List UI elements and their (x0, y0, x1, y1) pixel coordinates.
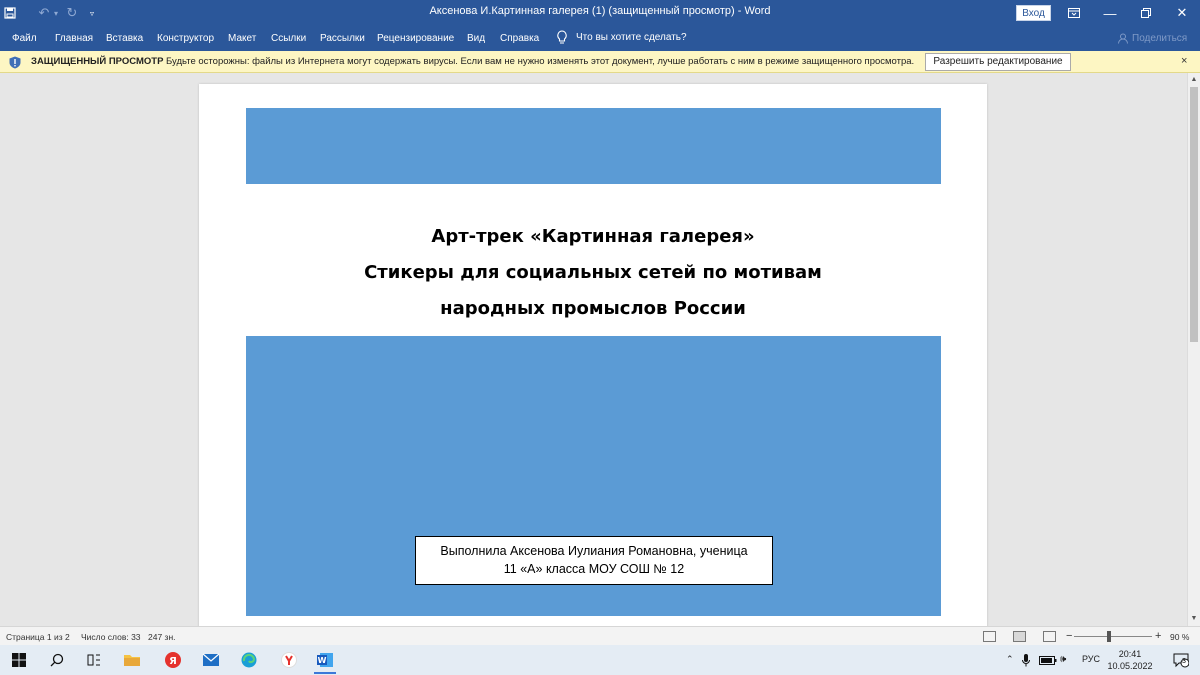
tab-view[interactable]: Вид (467, 33, 485, 44)
word-count[interactable]: Число слов: 33 (81, 632, 141, 642)
tell-me-label: Что вы хотите сделать? (576, 31, 687, 43)
tab-review[interactable]: Рецензирование (377, 33, 454, 44)
protected-view-bar: ЗАЩИЩЕННЫЙ ПРОСМОТР Будьте осторожны: фа… (0, 51, 1200, 73)
document-heading-line-1: Арт-трек «Картинная галерея» (431, 226, 755, 247)
status-bar: Страница 1 из 2 Число слов: 33 247 зн. −… (0, 626, 1200, 645)
battery-icon[interactable] (1038, 652, 1058, 668)
tab-references[interactable]: Ссылки (271, 33, 306, 44)
undo-icon[interactable]: ↶ (36, 4, 52, 22)
author-text-box: Выполнила Аксенова Иулиания Романовна, у… (415, 536, 773, 585)
char-count: 247 зн. (148, 632, 176, 642)
windows-taskbar: Я W ⌃ 🕪 РУС 20:41 10.05.2022 3 (0, 645, 1200, 675)
web-layout-icon[interactable] (1043, 631, 1056, 642)
microphone-icon[interactable] (1019, 652, 1033, 668)
tab-home[interactable]: Главная (55, 33, 93, 44)
protected-view-title: ЗАЩИЩЕННЫЙ ПРОСМОТР (31, 56, 164, 67)
redo-icon[interactable]: ↻ (64, 4, 80, 22)
share-button[interactable]: Поделиться (1118, 33, 1187, 44)
close-window-button[interactable]: ✕ (1164, 0, 1200, 26)
tab-design[interactable]: Конструктор (157, 33, 214, 44)
document-heading-line-3: народных промыслов России (440, 298, 746, 319)
zoom-slider[interactable] (1074, 636, 1152, 637)
system-clock[interactable]: 20:41 10.05.2022 (1105, 648, 1155, 672)
word-app-icon[interactable]: W (316, 651, 334, 669)
yandex-browser-icon[interactable]: Я (164, 651, 182, 669)
edge-browser-icon[interactable] (240, 651, 258, 669)
tell-me-search[interactable]: Что вы хотите сделать? (556, 30, 687, 44)
author-line-2: 11 «А» класса МОУ СОШ № 12 (503, 562, 685, 576)
document-area[interactable]: Арт-трек «Картинная галерея» Стикеры для… (0, 73, 1187, 644)
task-view-icon[interactable] (85, 651, 103, 669)
read-mode-icon[interactable] (983, 631, 996, 642)
clock-time: 20:41 (1118, 649, 1142, 659)
customize-toolbar-icon[interactable]: ▿ (87, 4, 97, 22)
shield-icon (9, 56, 21, 69)
signin-button[interactable]: Вход (1016, 5, 1051, 21)
clock-date: 10.05.2022 (1107, 661, 1153, 671)
close-icon[interactable]: × (1181, 55, 1187, 67)
chevron-up-icon[interactable]: ⌃ (1006, 654, 1014, 665)
document-heading-line-2: Стикеры для социальных сетей по мотивам (364, 262, 822, 283)
author-line-1: Выполнила Аксенова Иулиания Романовна, у… (440, 544, 748, 558)
zoom-slider-thumb[interactable] (1107, 631, 1111, 642)
search-icon[interactable] (48, 651, 66, 669)
windows-start-icon[interactable] (10, 651, 28, 669)
zoom-in-button[interactable]: + (1155, 630, 1161, 642)
vertical-scrollbar[interactable]: ▲ ▼ (1187, 73, 1200, 626)
page-count[interactable]: Страница 1 из 2 (6, 632, 70, 642)
notifications-icon[interactable]: 3 (1172, 651, 1190, 669)
yandex-y-icon[interactable] (280, 651, 298, 669)
save-icon[interactable] (2, 4, 18, 22)
zoom-out-button[interactable]: − (1066, 630, 1072, 642)
active-app-indicator (314, 672, 336, 674)
tab-layout[interactable]: Макет (228, 33, 256, 44)
mail-icon[interactable] (202, 651, 220, 669)
top-blue-rectangle (246, 108, 941, 184)
undo-dropdown-icon[interactable]: ▾ (52, 4, 60, 22)
scroll-down-icon[interactable]: ▼ (1188, 613, 1200, 625)
share-label: Поделиться (1132, 33, 1188, 44)
svg-text:W: W (318, 656, 327, 665)
title-bar: ↶ ▾ ↻ ▿ Аксенова И.Картинная галерея (1)… (0, 0, 1200, 26)
tab-mailings[interactable]: Рассылки (320, 33, 365, 44)
scrollbar-thumb[interactable] (1190, 87, 1198, 342)
zoom-level[interactable]: 90 % (1170, 632, 1189, 642)
protected-view-message: Будьте осторожны: файлы из Интернета мог… (166, 56, 915, 67)
svg-text:Я: Я (169, 656, 177, 667)
document-page[interactable]: Арт-трек «Картинная галерея» Стикеры для… (199, 84, 987, 644)
restore-button[interactable] (1128, 0, 1164, 26)
minimize-button[interactable]: — (1092, 0, 1128, 26)
tab-file[interactable]: Файл (12, 33, 37, 44)
volume-icon[interactable]: 🕪 (1060, 654, 1066, 665)
input-language[interactable]: РУС (1082, 654, 1100, 664)
tab-help[interactable]: Справка (500, 33, 539, 44)
tab-insert[interactable]: Вставка (106, 33, 143, 44)
ribbon-display-options-icon[interactable] (1056, 0, 1092, 26)
print-layout-icon[interactable] (1013, 631, 1026, 642)
notifications-count: 3 (1182, 658, 1186, 665)
scroll-up-icon[interactable]: ▲ (1188, 74, 1200, 86)
enable-editing-button[interactable]: Разрешить редактирование (925, 53, 1071, 71)
lightbulb-icon (557, 30, 567, 44)
person-icon (1118, 33, 1128, 44)
ribbon-tabs: Файл Главная Вставка Конструктор Макет С… (0, 26, 1200, 51)
file-explorer-icon[interactable] (123, 651, 141, 669)
